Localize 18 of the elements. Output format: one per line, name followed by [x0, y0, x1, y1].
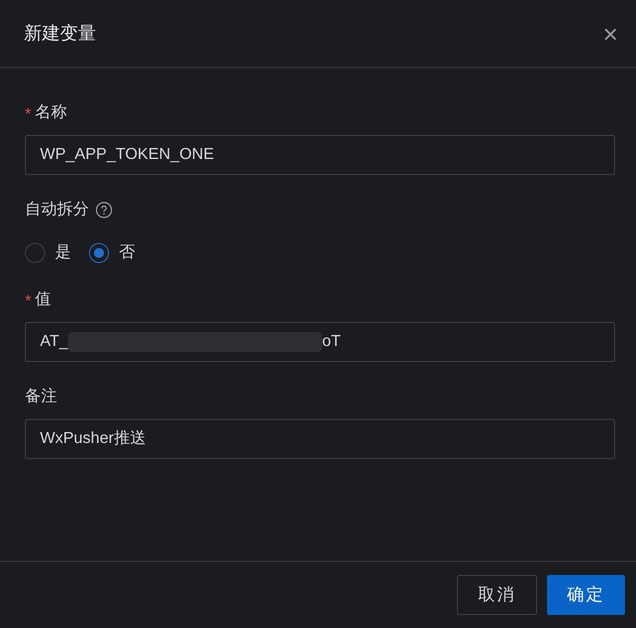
dialog-title: 新建变量: [24, 22, 96, 45]
cancel-button[interactable]: 取消: [457, 575, 537, 615]
text-field[interactable]: WP_APP_TOKEN_ONE: [25, 135, 615, 175]
radio-option[interactable]: 否: [89, 241, 135, 265]
value-field[interactable]: AT_ oT: [25, 322, 615, 362]
field-label: 备注: [25, 386, 57, 407]
radio-option[interactable]: 是: [25, 241, 71, 265]
radio-button[interactable]: [89, 243, 109, 263]
required-asterisk: *: [25, 294, 32, 310]
field-label: 名称: [35, 103, 68, 123]
field-label: 自动拆分: [25, 200, 89, 220]
required-asterisk: *: [25, 107, 32, 123]
close-button[interactable]: ×: [602, 20, 618, 46]
field-label: 值: [35, 290, 52, 310]
radio-button[interactable]: [25, 243, 45, 263]
confirm-button[interactable]: 确定: [547, 575, 625, 615]
text-field[interactable]: WxPusher推送: [25, 419, 615, 459]
help-icon[interactable]: [95, 201, 113, 219]
